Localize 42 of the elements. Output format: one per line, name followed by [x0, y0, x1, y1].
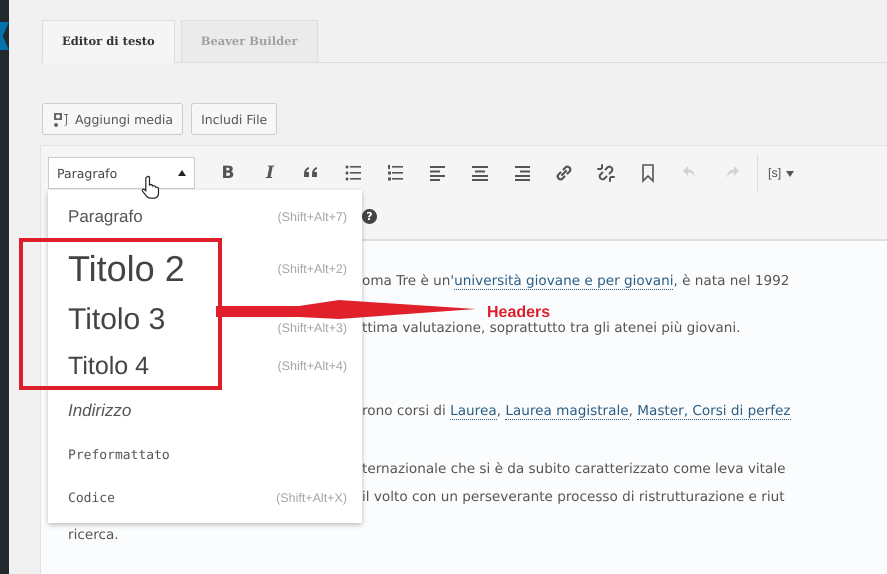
- include-file-button[interactable]: Includi File: [191, 103, 278, 135]
- paragraph-text: rono corsi di Laurea, Laurea magistrale, Master, Corsi di perfez: [362, 403, 791, 420]
- editor-tab[interactable]: Editor di testo: [42, 20, 175, 63]
- shortcode-button[interactable]: [s]: [768, 166, 794, 180]
- text-link[interactable]: Laurea: [450, 403, 497, 420]
- shortcut-text: (Shift+Alt+2): [278, 262, 347, 276]
- shortcut-text: (Shift+Alt+3): [278, 321, 347, 335]
- align-left-icon[interactable]: [428, 163, 448, 183]
- menu-item[interactable]: Titolo 3: [68, 303, 166, 337]
- media-icon: [52, 111, 70, 127]
- broken-link-icon[interactable]: [596, 163, 616, 183]
- help-icon[interactable]: ?: [362, 208, 377, 224]
- menu-marker: [0, 22, 9, 50]
- text-link[interactable]: Laurea magistrale: [505, 403, 629, 420]
- annotation-label: Headers: [487, 304, 550, 322]
- menu-item[interactable]: Preformattato: [68, 448, 170, 462]
- align-right-icon[interactable]: [512, 163, 532, 183]
- paragraph-text: oma Tre è un'università giovane e per giovani, è nata nel 1992: [362, 273, 790, 290]
- paragraph-text: ttima valutazione, soprattutto tra gli atenei più giovani.: [362, 320, 740, 336]
- shortcut-text: (Shift+Alt+7): [278, 210, 347, 224]
- caret-icon: [786, 170, 794, 177]
- numbered-list-icon[interactable]: [386, 163, 406, 183]
- paragraph-text: il volto con un perseverante processo di ristrutturazione e riut: [362, 489, 785, 505]
- align-center-icon[interactable]: [470, 163, 490, 183]
- menu-item[interactable]: Paragrafo: [68, 207, 143, 227]
- paragraph-text: ricerca.: [68, 527, 119, 543]
- bold-button[interactable]: B: [217, 163, 239, 183]
- text-link[interactable]: Master, Corsi di perfez: [637, 403, 791, 420]
- menu-item[interactable]: Titolo 4: [68, 352, 150, 380]
- paragraph-text: ternazionale che si è da subito caratterizzato come leva vitale: [362, 461, 786, 477]
- menu-item[interactable]: Titolo 2: [68, 248, 185, 290]
- italic-button[interactable]: I: [259, 163, 281, 183]
- add-media-button[interactable]: Aggiungi media: [42, 103, 184, 135]
- text-link[interactable]: università giovane e per giovani: [454, 273, 674, 290]
- menu-item[interactable]: Indirizzo: [68, 401, 132, 421]
- caret-icon: [178, 170, 186, 176]
- shortcut-text: (Shift+Alt+X): [276, 491, 347, 505]
- menu-item[interactable]: Codice: [68, 490, 115, 506]
- link-icon[interactable]: [554, 163, 574, 183]
- shortcut-text: (Shift+Alt+4): [278, 359, 347, 373]
- bulleted-list-icon[interactable]: [344, 163, 364, 183]
- format-select[interactable]: Paragrafo: [48, 157, 195, 189]
